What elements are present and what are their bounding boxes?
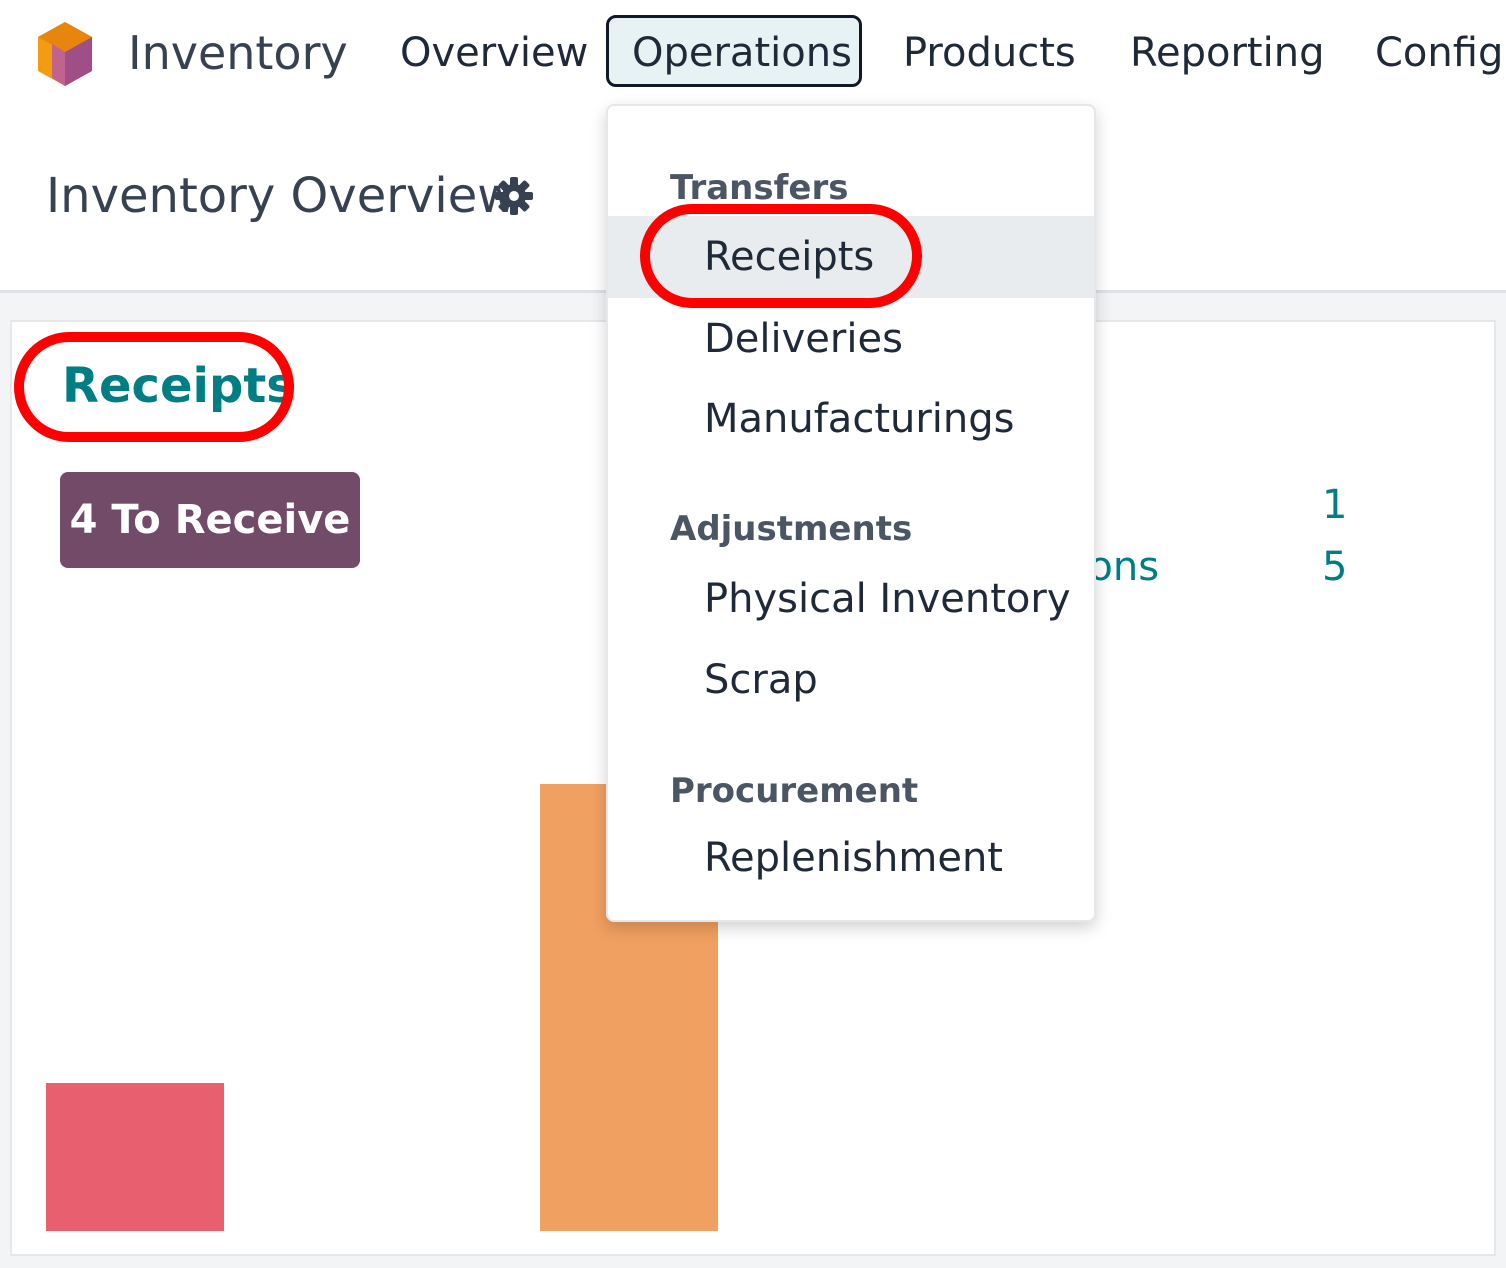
nav-reporting[interactable]: Reporting [1130, 30, 1324, 76]
to-receive-button[interactable]: 4 To Receive [60, 472, 360, 568]
stat-operations-count[interactable]: 5 [1322, 544, 1347, 590]
menu-item-manufacturings[interactable]: Manufacturings [704, 396, 1015, 442]
menu-section-header-adjustments: Adjustments [670, 509, 913, 549]
menu-item-physical-inventory[interactable]: Physical Inventory [704, 576, 1070, 622]
operations-dropdown-menu: Transfers Receipts Deliveries Manufactur… [606, 104, 1096, 922]
menu-section-header-procurement: Procurement [670, 771, 919, 811]
stat-late-count[interactable]: 1 [1322, 482, 1347, 528]
menu-section-header-transfers: Transfers [670, 168, 849, 208]
app-name[interactable]: Inventory [128, 26, 348, 80]
menu-item-scrap[interactable]: Scrap [704, 657, 818, 703]
menu-item-replenishment[interactable]: Replenishment [704, 835, 1003, 881]
nav-products[interactable]: Products [903, 30, 1076, 76]
gear-icon[interactable] [494, 176, 534, 216]
nav-configuration[interactable]: Configu [1375, 30, 1506, 76]
top-navbar: Inventory Overview Operations Products R… [0, 0, 1506, 110]
page: Inventory Overview Operations Products R… [0, 0, 1506, 1268]
graph-bar[interactable] [46, 1083, 224, 1231]
page-title: Inventory Overview [46, 168, 517, 224]
menu-item-deliveries[interactable]: Deliveries [704, 316, 903, 362]
inventory-app-logo-icon[interactable] [34, 20, 96, 88]
card-title-receipts[interactable]: Receipts [62, 358, 295, 414]
menu-item-receipts[interactable]: Receipts [704, 234, 874, 280]
nav-operations[interactable]: Operations [632, 30, 852, 76]
nav-overview[interactable]: Overview [400, 30, 588, 76]
